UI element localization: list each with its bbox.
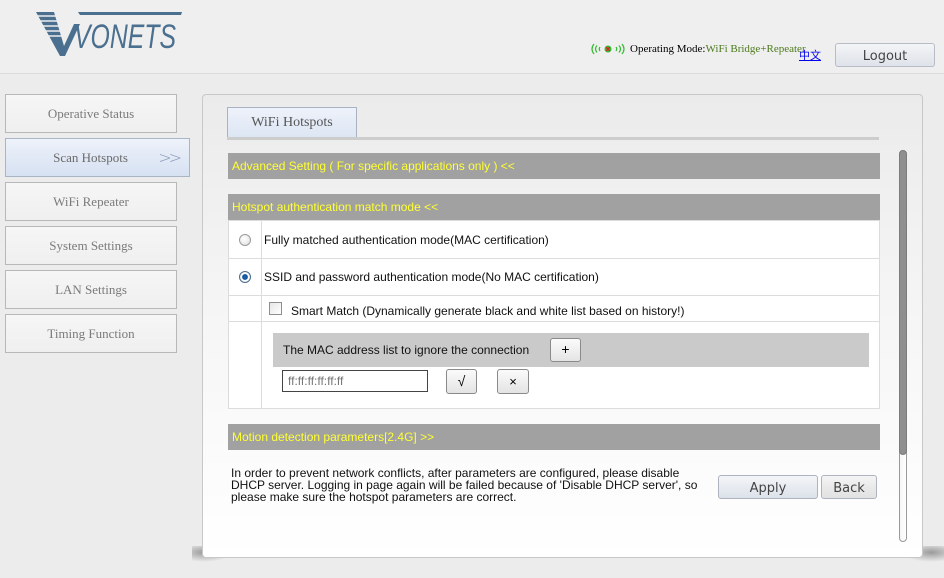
auth-mode-toggle[interactable]: Hotspot authentication match mode <<	[228, 194, 880, 220]
auth-full-match-radio[interactable]	[239, 234, 251, 246]
sidebar-item-label: WiFi Repeater	[53, 194, 129, 209]
sidebar-item-label: LAN Settings	[55, 282, 127, 297]
sidebar-item-label: System Settings	[49, 238, 133, 253]
sidebar-item-label: Timing Function	[47, 326, 135, 341]
column-divider	[261, 221, 262, 408]
sidebar-item-wifi-repeater[interactable]: WiFi Repeater	[5, 182, 177, 221]
sidebar-item-operative-status[interactable]: Operative Status	[5, 94, 177, 133]
vonets-logo: VONETS	[36, 12, 182, 56]
language-switch-link[interactable]: 中文	[799, 47, 821, 63]
auth-full-match-label: Fully matched authentication mode(MAC ce…	[264, 233, 549, 247]
apply-button[interactable]: Apply	[718, 475, 818, 499]
row-divider	[229, 295, 879, 296]
vertical-scrollbar[interactable]	[899, 150, 907, 542]
sidebar-item-timing-function[interactable]: Timing Function	[5, 314, 177, 353]
wifi-signal-disconnected-icon	[591, 43, 625, 55]
sidebar-item-lan-settings[interactable]: LAN Settings	[5, 270, 177, 309]
logout-button[interactable]: Logout	[835, 43, 935, 67]
smart-match-label: Smart Match (Dynamically generate black …	[291, 304, 685, 318]
row-divider	[229, 321, 879, 322]
auth-mode-table: Fully matched authentication mode(MAC ce…	[228, 220, 880, 409]
scrollbar-thumb[interactable]	[899, 150, 907, 455]
row-divider	[229, 258, 879, 259]
sidebar-item-system-settings[interactable]: System Settings	[5, 226, 177, 265]
mac-ignore-list-bar: The MAC address list to ignore the conne…	[273, 333, 869, 367]
operating-mode-label: Operating Mode:	[630, 43, 706, 55]
sidebar-item-label: Operative Status	[47, 106, 135, 121]
brand-text: VONETS	[74, 18, 176, 56]
delete-mac-button[interactable]: ×	[497, 369, 529, 394]
back-button[interactable]: Back	[821, 475, 877, 499]
advanced-setting-toggle[interactable]: Advanced Setting ( For specific applicat…	[228, 153, 880, 179]
smart-match-checkbox[interactable]	[269, 302, 282, 315]
header: VONETS Operating Mode: WiFi Bridge+Repea…	[0, 0, 944, 74]
tab-wifi-hotspots[interactable]: WiFi Hotspots	[227, 107, 357, 138]
motion-detection-toggle[interactable]: Motion detection parameters[2.4G] >>	[228, 424, 880, 450]
operating-mode-value: WiFi Bridge+Repeater	[705, 43, 806, 55]
mac-ignore-list-label: The MAC address list to ignore the conne…	[283, 343, 530, 357]
auth-ssid-password-radio[interactable]	[239, 271, 251, 283]
auth-ssid-password-label: SSID and password authentication mode(No…	[264, 270, 599, 284]
sidebar-item-scan-hotspots[interactable]: Scan Hotspots >>	[5, 138, 190, 177]
sidebar-item-label: Scan Hotspots	[53, 150, 128, 165]
dhcp-notice: In order to prevent network conflicts, a…	[231, 466, 698, 504]
tab-divider	[227, 137, 879, 140]
confirm-mac-button[interactable]: √	[446, 369, 477, 394]
mac-address-input[interactable]	[282, 370, 428, 392]
add-mac-button[interactable]: +	[550, 338, 581, 362]
double-chevron-right-icon: >>	[158, 148, 182, 167]
operating-status: Operating Mode: WiFi Bridge+Repeater	[588, 42, 806, 56]
